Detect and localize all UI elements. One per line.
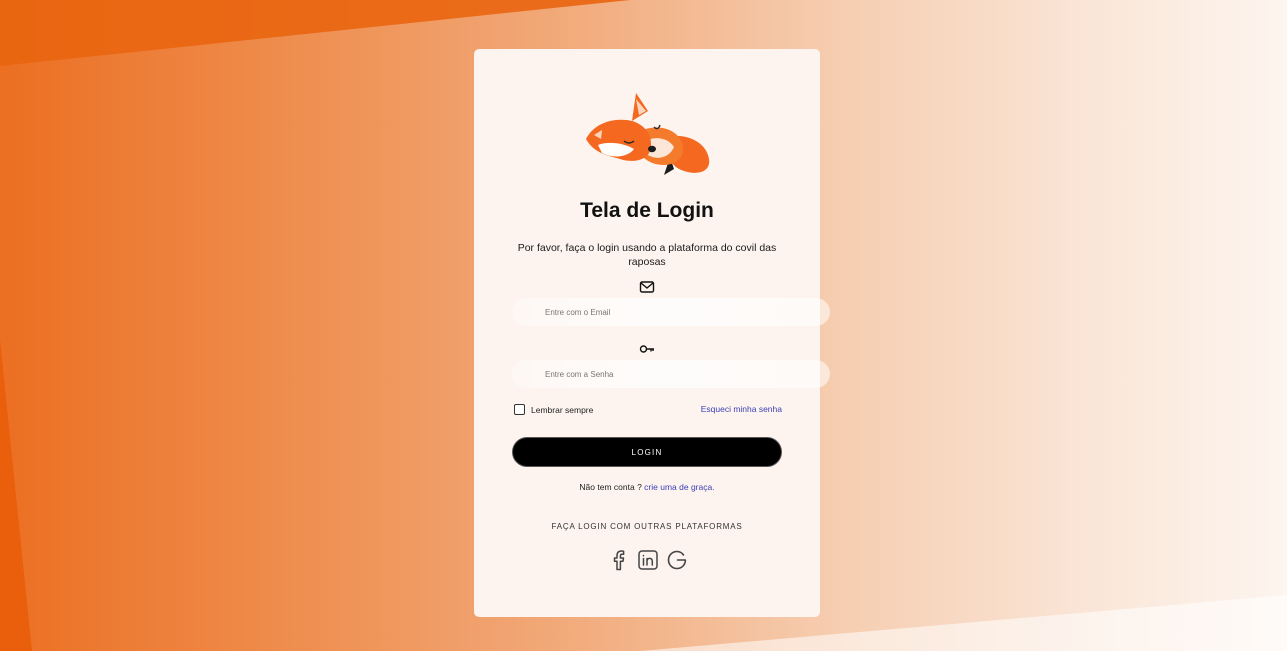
facebook-login-button[interactable] bbox=[608, 549, 630, 571]
linkedin-login-button[interactable] bbox=[637, 549, 659, 571]
google-login-button[interactable] bbox=[666, 549, 688, 571]
signup-link[interactable]: crie uma de graça. bbox=[644, 482, 714, 492]
social-login-buttons bbox=[608, 549, 688, 571]
other-platforms-label: FAÇA LOGIN COM OUTRAS PLATAFORMAS bbox=[551, 522, 743, 531]
remember-me-option[interactable]: Lembrar sempre bbox=[514, 404, 593, 415]
email-input[interactable] bbox=[512, 298, 830, 326]
forgot-password-link[interactable]: Esqueci minha senha bbox=[701, 404, 782, 414]
key-icon bbox=[639, 345, 654, 353]
linkedin-icon bbox=[638, 550, 658, 570]
facebook-icon bbox=[613, 550, 625, 571]
remember-me-label: Lembrar sempre bbox=[531, 404, 594, 415]
login-subtitle: Por favor, faça o login usando a platafo… bbox=[517, 242, 777, 268]
page-title: Tela de Login bbox=[580, 199, 714, 222]
signup-prefix: Não tem conta ? bbox=[579, 482, 642, 492]
remember-me-checkbox[interactable] bbox=[514, 404, 525, 415]
login-button[interactable]: LOGIN bbox=[512, 437, 782, 467]
login-card: Tela de Login Por favor, faça o login us… bbox=[474, 49, 830, 617]
mail-icon bbox=[639, 281, 655, 293]
password-input[interactable] bbox=[512, 360, 830, 388]
signup-prompt: Não tem conta ? crie uma de graça. bbox=[474, 482, 820, 492]
sleeping-fox-logo bbox=[586, 93, 710, 175]
google-icon bbox=[667, 550, 687, 570]
